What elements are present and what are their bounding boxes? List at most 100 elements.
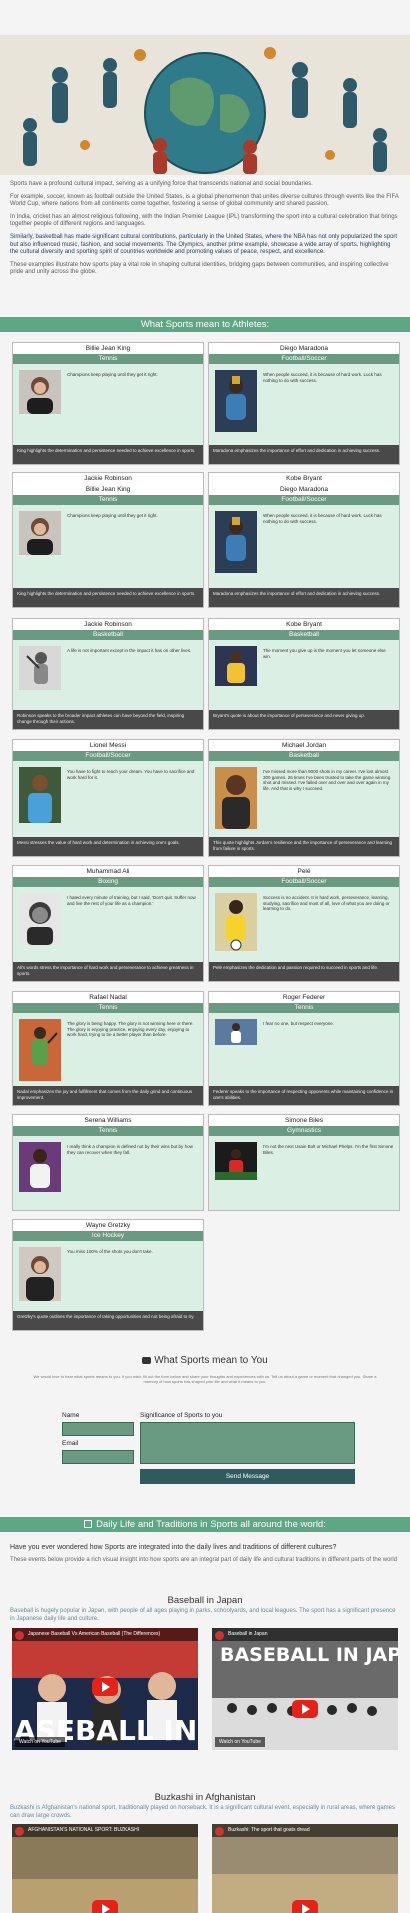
athlete-sport: Tennis (209, 1003, 399, 1013)
athlete-sport: Gymnastics (209, 1126, 399, 1136)
athlete-sport: Basketball (209, 630, 399, 640)
afghan-description: Buzkashi is Afghanistan's national sport… (10, 1805, 396, 1819)
athlete-sport: Tennis (13, 1003, 203, 1013)
video-player[interactable]: AFGHANISTAN'S NATIONAL SPORT: BUZKASHI (12, 1824, 198, 1913)
athlete-name: Billie Jean King (13, 343, 203, 354)
athlete-name: Wayne Gretzky (13, 1220, 203, 1231)
athlete-name: Jackie Robinson (13, 473, 203, 484)
athlete-photo (19, 370, 61, 414)
video-title: Buzkashi: The sport that goats dread (212, 1824, 398, 1837)
athlete-description: Ali's words stress the importance of har… (13, 962, 203, 981)
channel-avatar (15, 1631, 24, 1640)
intro-paragraph: In India, cricket has an almost religiou… (10, 213, 398, 228)
video-title: AFGHANISTAN'S NATIONAL SPORT: BUZKASHI (12, 1824, 198, 1837)
athlete-card: Jackie Robinson Basketball A life is not… (12, 618, 204, 730)
athlete-description: Bryant's quote is about the importance o… (209, 710, 399, 729)
athlete-description: Maradona emphasizes the importance of ef… (209, 588, 399, 607)
athlete-name: Diego Maradona (209, 343, 399, 354)
athlete-description: Nadal emphasizes the joy and fulfillment… (13, 1086, 203, 1105)
athlete-sport: Tennis (13, 495, 203, 505)
athlete-photo (19, 767, 61, 823)
athlete-sport: Ice Hockey (13, 1231, 203, 1241)
channel-avatar (15, 1827, 24, 1836)
athlete-sport: Tennis (13, 1126, 203, 1136)
athlete-description: Messi stresses the value of hard work an… (13, 837, 203, 856)
athlete-photo (215, 893, 257, 951)
hero-sports-illustration (0, 35, 410, 175)
intro-text: Sports have a profound cultural impact, … (10, 181, 400, 282)
athlete-name: Michael Jordan (209, 740, 399, 751)
significance-textarea[interactable] (140, 1422, 355, 1464)
athlete-quote: Success is no accident. It is hard work,… (263, 895, 390, 912)
daily-question: Have you ever wondered how Sports are in… (10, 1544, 337, 1551)
significance-label: Significance of Sports to you (140, 1412, 223, 1419)
athlete-name: Diego Maradona (209, 484, 399, 495)
send-message-button[interactable]: Send Message (140, 1469, 355, 1484)
athlete-name: Muhammad Ali (13, 866, 203, 877)
calendar-icon (84, 1520, 93, 1529)
watch-on-youtube[interactable]: Watch on YouTube (15, 1737, 65, 1747)
athlete-name: Billie Jean King (13, 484, 203, 495)
athlete-card: Lionel Messi Football/Soccer You have to… (12, 739, 204, 857)
athlete-card: Kobe Bryant Diego Maradona Football/Socc… (208, 472, 400, 608)
athlete-photo (19, 1019, 61, 1081)
athlete-quote: I'm not the next Usain Bolt or Michael P… (263, 1144, 394, 1155)
chat-icon (142, 1356, 152, 1364)
athlete-card: Roger Federer Tennis I fear no one, but … (208, 991, 400, 1106)
video-title: Japanese Baseball Vs American Baseball (… (12, 1628, 198, 1641)
athlete-name: Serena Williams (13, 1115, 203, 1126)
athlete-quote: I fear no one, but respect everyone. (263, 1021, 335, 1026)
athlete-card: Rafael Nadal Tennis The glory is being h… (12, 991, 204, 1106)
athlete-quote: The glory is being happy. The glory is n… (67, 1021, 194, 1038)
athlete-name: Rafael Nadal (13, 992, 203, 1003)
video-title: Baseball in Japan (212, 1628, 398, 1641)
athlete-card: Kobe Bryant Basketball The moment you gi… (208, 618, 400, 730)
athlete-photo (19, 1142, 61, 1192)
daily-heading: Daily Life and Traditions in Sports all … (96, 1519, 326, 1530)
video-player[interactable]: Buzkashi: The sport that goats dread (212, 1824, 398, 1913)
athlete-description: Maradona emphasizes the importance of ef… (209, 445, 399, 464)
athlete-description: Pelé emphasizes the dedication and passi… (209, 962, 399, 981)
athlete-card: Pelé Football/Soccer Success is no accid… (208, 865, 400, 982)
athlete-name: Lionel Messi (13, 740, 203, 751)
athlete-description: King highlights the determination and pe… (13, 588, 203, 607)
athlete-name: Simone Biles (209, 1115, 399, 1126)
video-player[interactable]: Baseball in Japan BASEBALL IN JAPAN Watc… (212, 1628, 398, 1750)
play-button[interactable] (292, 1700, 318, 1718)
watch-on-youtube[interactable]: Watch on YouTube (215, 1737, 265, 1747)
intro-paragraph: Similarly, basketball has made significa… (10, 233, 398, 256)
video-player[interactable]: Japanese Baseball Vs American Baseball (… (12, 1628, 198, 1750)
play-button[interactable] (92, 1900, 118, 1913)
athlete-quote: Champions keep playing until they get it… (67, 372, 158, 377)
athlete-quote: Champions keep playing until they get it… (67, 513, 158, 518)
email-input[interactable] (62, 1450, 134, 1464)
athlete-photo (19, 893, 61, 945)
athlete-description: This quote highlights Jordan's resilienc… (209, 837, 399, 856)
you-description: We would love to hear what sports means … (33, 1374, 377, 1384)
athlete-card: Simone Biles Gymnastics I'm not the next… (208, 1114, 400, 1211)
athlete-description: King highlights the determination and pe… (13, 445, 203, 464)
athlete-name: Pelé (209, 866, 399, 877)
afghan-heading: Buzkashi in Afghanistan (154, 1792, 256, 1803)
athlete-quote: You have to fight to reach your dream. Y… (67, 769, 195, 780)
athlete-quote: A life is not important except in the im… (67, 648, 192, 653)
athlete-sport: Football/Soccer (209, 495, 399, 505)
intro-paragraph: For example, soccer, known as football o… (10, 193, 399, 208)
japan-heading: Baseball in Japan (167, 1595, 243, 1606)
athlete-name: Roger Federer (209, 992, 399, 1003)
athlete-quote: I really think a champion is defined not… (67, 1144, 193, 1155)
athlete-photo (215, 1019, 257, 1045)
play-button[interactable] (92, 1678, 118, 1696)
athlete-card: Michael Jordan Basketball I've missed mo… (208, 739, 400, 857)
play-button[interactable] (292, 1900, 318, 1913)
athlete-quote: The moment you give up is the moment you… (263, 648, 386, 659)
japan-description: Baseball is hugely popular in Japan, wit… (10, 1608, 396, 1622)
athlete-quote: I hated every minute of training, but I … (67, 895, 196, 906)
athlete-card: Muhammad Ali Boxing I hated every minute… (12, 865, 204, 982)
athletes-heading: What Sports mean to Athletes: (140, 319, 270, 330)
name-input[interactable] (62, 1422, 134, 1436)
athletes-section-bar: What Sports mean to Athletes: (0, 317, 410, 332)
you-heading: What Sports mean to You (154, 1355, 268, 1366)
channel-avatar (215, 1631, 224, 1640)
intro-paragraph: These examples illustrate how sports pla… (10, 261, 389, 276)
